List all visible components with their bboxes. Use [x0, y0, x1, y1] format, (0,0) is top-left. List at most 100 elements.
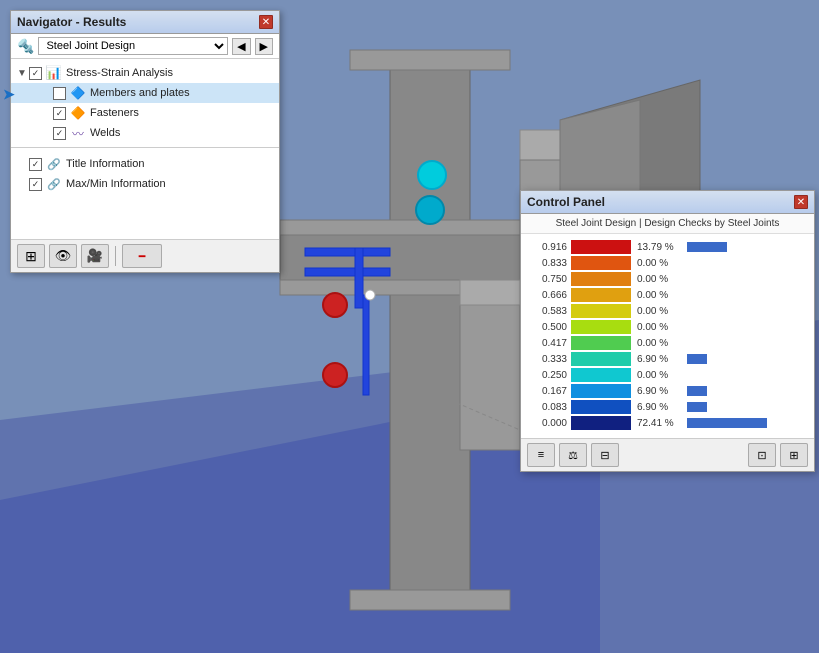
legend-bar	[687, 242, 727, 252]
fasteners-icon: 🔶	[69, 105, 87, 121]
legend-row: 0.417 0.00 %	[529, 336, 806, 350]
toolbar-sep	[115, 246, 116, 266]
legend-bar	[687, 386, 707, 396]
legend-color-swatch	[571, 384, 631, 398]
control-panel: Control Panel ✕ Steel Joint Design | Des…	[520, 190, 815, 472]
legend-row: 0.750 0.00 %	[529, 272, 806, 286]
legend-row: 0.250 0.00 %	[529, 368, 806, 382]
legend-value: 0.250	[529, 370, 567, 381]
legend-percentage: 0.00 %	[637, 274, 687, 285]
steel-joint-icon: 🔩	[17, 38, 34, 55]
tree-item-members-plates[interactable]: 🔷 Members and plates	[11, 83, 279, 103]
nav-back-button[interactable]: ◀	[232, 38, 250, 55]
checkbox-welds[interactable]	[53, 127, 66, 140]
legend-value: 0.417	[529, 338, 567, 349]
tree-separator	[11, 147, 279, 148]
camera-icon: 🎥	[87, 248, 103, 264]
checkbox-members-plates[interactable]	[53, 87, 66, 100]
line-toolbar-button[interactable]: ━	[122, 244, 162, 268]
legend-bar	[687, 354, 707, 364]
line-icon: ━	[139, 250, 146, 263]
legend-percentage: 0.00 %	[637, 370, 687, 381]
legend-bar-container	[687, 273, 806, 285]
expand-icon: ▼	[15, 68, 29, 79]
cp-table-button[interactable]: ≡	[527, 443, 555, 467]
eye-toolbar-button[interactable]: 👁	[49, 244, 77, 268]
navigator-title: Navigator - Results	[17, 15, 126, 29]
cp-balance-button[interactable]: ⚖	[559, 443, 587, 467]
balance-icon: ⚖	[568, 449, 578, 462]
legend-value: 0.750	[529, 274, 567, 285]
cp-close-button[interactable]: ✕	[794, 195, 808, 209]
legend-row: 0.5000.00 %	[529, 320, 806, 334]
legend-bar-container	[687, 321, 806, 333]
legend-value: 0.083	[529, 402, 567, 413]
cp-toolbar: ≡ ⚖ ⊟ ⊡ ⊞	[521, 438, 814, 471]
cp-export-button[interactable]: ⊟	[591, 443, 619, 467]
welds-icon: 〰	[69, 125, 87, 141]
tree-item-welds[interactable]: 〰 Welds	[11, 123, 279, 143]
close-button[interactable]: ✕	[259, 15, 273, 29]
settings2-icon: ⊞	[789, 449, 798, 462]
nav-forward-button[interactable]: ▶	[255, 38, 273, 55]
tree-area: ▼ 📊 Stress-Strain Analysis ➤ 🔷 Members a…	[11, 59, 279, 239]
legend-bar-container	[687, 385, 806, 397]
legend-value: 0.583	[529, 306, 567, 317]
welds-label: Welds	[90, 127, 120, 139]
legend-percentage: 72.41 %	[637, 418, 687, 429]
grid-icon: ⊞	[25, 248, 37, 265]
module-dropdown[interactable]: Steel Joint Design	[38, 37, 228, 55]
legend-percentage: 0.00 %	[637, 306, 687, 317]
cp-settings2-button[interactable]: ⊞	[780, 443, 808, 467]
legend-value: 0.916	[529, 242, 567, 253]
legend-percentage: 0.00 %	[637, 338, 687, 349]
legend-percentage: 0.00 %	[637, 258, 687, 269]
legend-percentage: 6.90 %	[637, 354, 687, 365]
legend-bar-container	[687, 257, 806, 269]
legend-percentage: 6.90 %	[637, 386, 687, 397]
legend-bar	[687, 402, 707, 412]
navigator-panel: Navigator - Results ✕ 🔩 Steel Joint Desi…	[10, 10, 280, 273]
navigator-titlebar: Navigator - Results ✕	[11, 11, 279, 34]
dropdown-row: 🔩 Steel Joint Design ◀ ▶	[11, 34, 279, 59]
title-info-label: Title Information	[66, 158, 144, 170]
legend-value: 0.666	[529, 290, 567, 301]
cp-settings1-button[interactable]: ⊡	[748, 443, 776, 467]
legend-area: 0.91613.79 %0.8330.00 %0.7500.00 %0.6660…	[521, 234, 814, 438]
legend-color-swatch	[571, 272, 631, 286]
legend-bar-container	[687, 417, 806, 429]
legend-bar-container	[687, 305, 806, 317]
settings1-icon: ⊡	[757, 449, 766, 462]
tree-item-stress-strain[interactable]: ▼ 📊 Stress-Strain Analysis	[11, 63, 279, 83]
checkbox-fasteners[interactable]	[53, 107, 66, 120]
title-info-icon: 🔗	[45, 156, 63, 172]
legend-bar-container	[687, 401, 806, 413]
legend-value: 0.333	[529, 354, 567, 365]
legend-row: 0.583 0.00 %	[529, 304, 806, 318]
legend-bar-container	[687, 241, 806, 253]
legend-row: 0.167 6.90 %	[529, 384, 806, 398]
tree-item-maxmin-info[interactable]: 🔗 Max/Min Information	[11, 174, 279, 194]
camera-toolbar-button[interactable]: 🎥	[81, 244, 109, 268]
checkbox-title-info[interactable]	[29, 158, 42, 171]
legend-row: 0.333 6.90 %	[529, 352, 806, 366]
bottom-items: 🔗 Title Information 🔗 Max/Min Informatio…	[11, 152, 279, 196]
legend-percentage: 13.79 %	[637, 242, 687, 253]
members-plates-label: Members and plates	[90, 87, 190, 99]
checkbox-maxmin-info[interactable]	[29, 178, 42, 191]
navigator-toolbar: ⊞ 👁 🎥 ━	[11, 239, 279, 272]
selection-arrow: ➤	[3, 86, 15, 103]
grid-toolbar-button[interactable]: ⊞	[17, 244, 45, 268]
export-icon: ⊟	[600, 449, 609, 462]
legend-value: 0.167	[529, 386, 567, 397]
tree-item-fasteners[interactable]: 🔶 Fasteners	[11, 103, 279, 123]
cp-title: Control Panel	[527, 195, 605, 209]
legend-color-swatch	[571, 240, 631, 254]
stress-strain-icon: 📊	[45, 65, 63, 81]
maxmin-info-icon: 🔗	[45, 176, 63, 192]
checkbox-stress-strain[interactable]	[29, 67, 42, 80]
tree-item-title-info[interactable]: 🔗 Title Information	[11, 154, 279, 174]
legend-percentage: 0.00 %	[637, 322, 687, 333]
legend-row: 0.00072.41 %	[529, 416, 806, 430]
legend-row: 0.916 13.79 %	[529, 240, 806, 254]
